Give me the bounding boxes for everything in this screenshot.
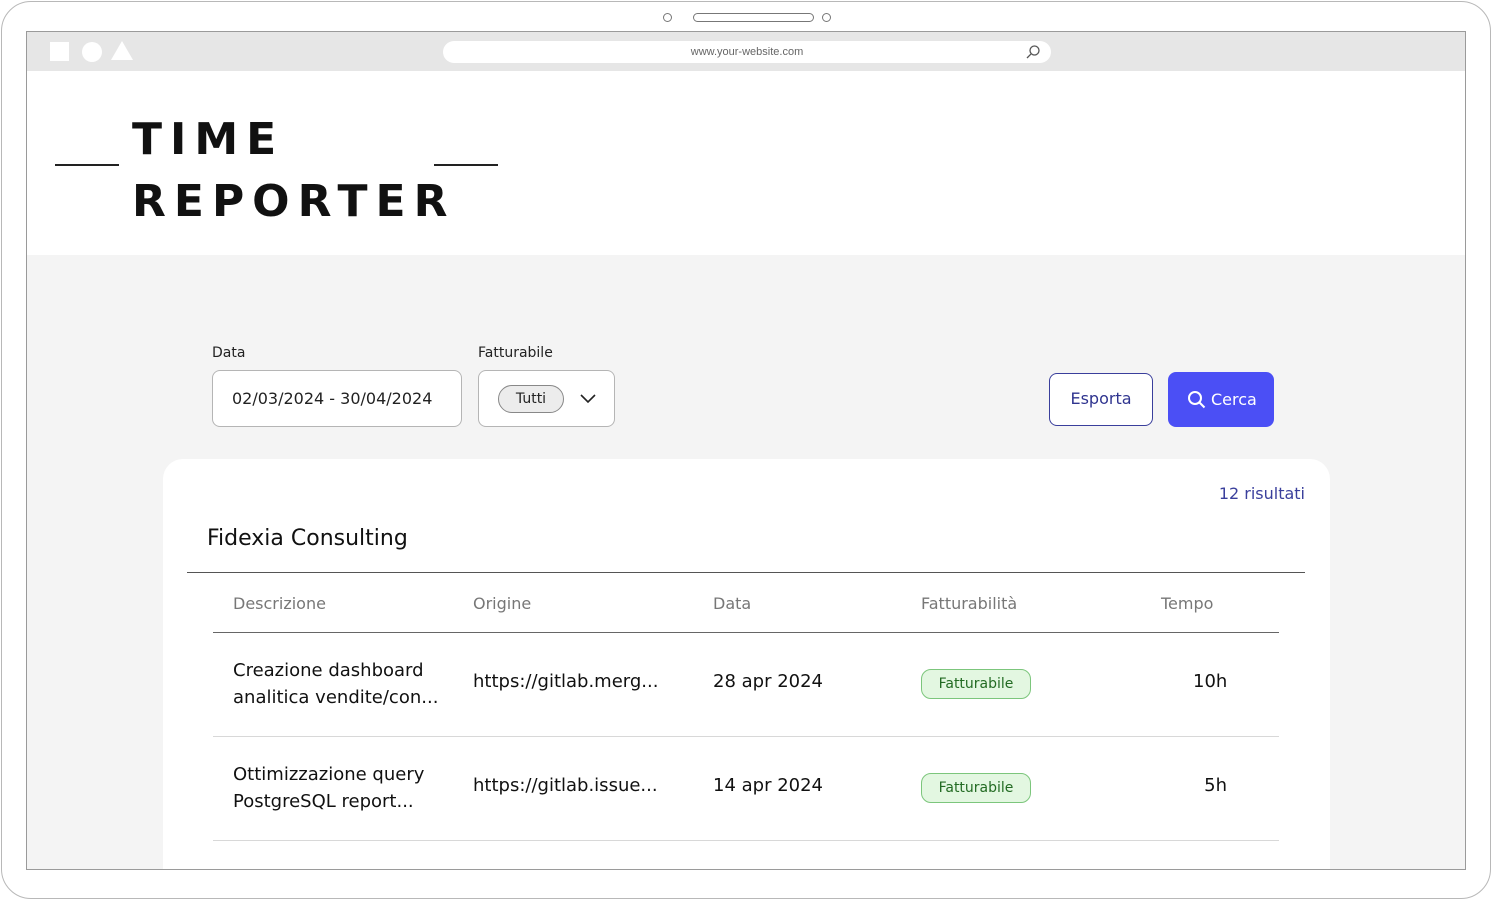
billable-select[interactable]: Tutti <box>478 370 615 427</box>
app-header: TIME REPORTER <box>27 71 1465 255</box>
triangle-icon <box>111 41 133 60</box>
table-row[interactable]: Creazione dashboard analitica vendite/co… <box>213 633 1279 737</box>
results-count: 12 risultati <box>1218 484 1305 503</box>
date-filter-label: Data <box>212 345 246 361</box>
browser-toolbar: www.your-website.com <box>27 32 1465 71</box>
billable-filter-label: Fatturabile <box>478 345 553 361</box>
row-origin-link[interactable]: https://gitlab.issue... <box>473 775 658 796</box>
logo-line-time: TIME <box>132 114 285 165</box>
address-text: www.your-website.com <box>690 46 804 58</box>
row-time: 5h <box>1204 775 1227 796</box>
column-header-billability[interactable]: Fatturabilità <box>921 594 1017 613</box>
date-range-input[interactable]: 02/03/2024 - 30/04/2024 <box>212 370 462 427</box>
row-date: 14 apr 2024 <box>713 775 824 796</box>
search-button[interactable]: Cerca <box>1168 372 1274 427</box>
chevron-down-icon[interactable] <box>579 391 597 405</box>
column-header-origin[interactable]: Origine <box>473 594 531 613</box>
description-line: Creazione dashboard <box>233 660 424 681</box>
search-button-label: Cerca <box>1211 390 1257 409</box>
description-line: analitica vendite/con... <box>233 687 439 708</box>
column-header-description[interactable]: Descrizione <box>233 594 326 613</box>
row-description: Creazione dashboard analitica vendite/co… <box>233 657 443 711</box>
row-origin-link[interactable]: https://gitlab.merg... <box>473 671 658 692</box>
search-icon <box>1188 391 1206 409</box>
square-icon <box>50 42 69 61</box>
row-description: Ottimizzazione query PostgreSQL report..… <box>233 761 443 815</box>
billable-selected-chip[interactable]: Tutti <box>498 385 564 413</box>
description-line: PostgreSQL report... <box>233 791 414 812</box>
logo-rule-right <box>434 164 498 166</box>
camera-dot-right <box>822 13 831 22</box>
circle-icon <box>82 42 102 62</box>
description-line: Ottimizzazione query <box>233 764 425 785</box>
row-time: 10h <box>1193 671 1228 692</box>
browser-window: www.your-website.com TIME REPORTER Data … <box>26 31 1466 870</box>
client-divider <box>187 572 1305 573</box>
search-icon[interactable] <box>1025 44 1041 60</box>
client-name: Fidexia Consulting <box>207 526 408 551</box>
column-header-time[interactable]: Tempo <box>1161 594 1213 613</box>
results-card: 12 risultati Fidexia Consulting Descrizi… <box>163 459 1330 869</box>
app-logo[interactable]: TIME REPORTER <box>132 109 455 233</box>
billable-badge: Fatturabile <box>921 669 1031 699</box>
column-header-date[interactable]: Data <box>713 594 751 613</box>
camera-dot-left <box>663 13 672 22</box>
logo-rule-left <box>55 164 119 166</box>
logo-line-reporter: REPORTER <box>132 176 456 227</box>
table-row[interactable]: Ottimizzazione query PostgreSQL report..… <box>213 737 1279 841</box>
export-button[interactable]: Esporta <box>1049 373 1153 426</box>
address-bar[interactable]: www.your-website.com <box>443 41 1051 63</box>
speaker-slot <box>693 13 814 22</box>
row-date: 28 apr 2024 <box>713 671 824 692</box>
billable-badge: Fatturabile <box>921 773 1031 803</box>
